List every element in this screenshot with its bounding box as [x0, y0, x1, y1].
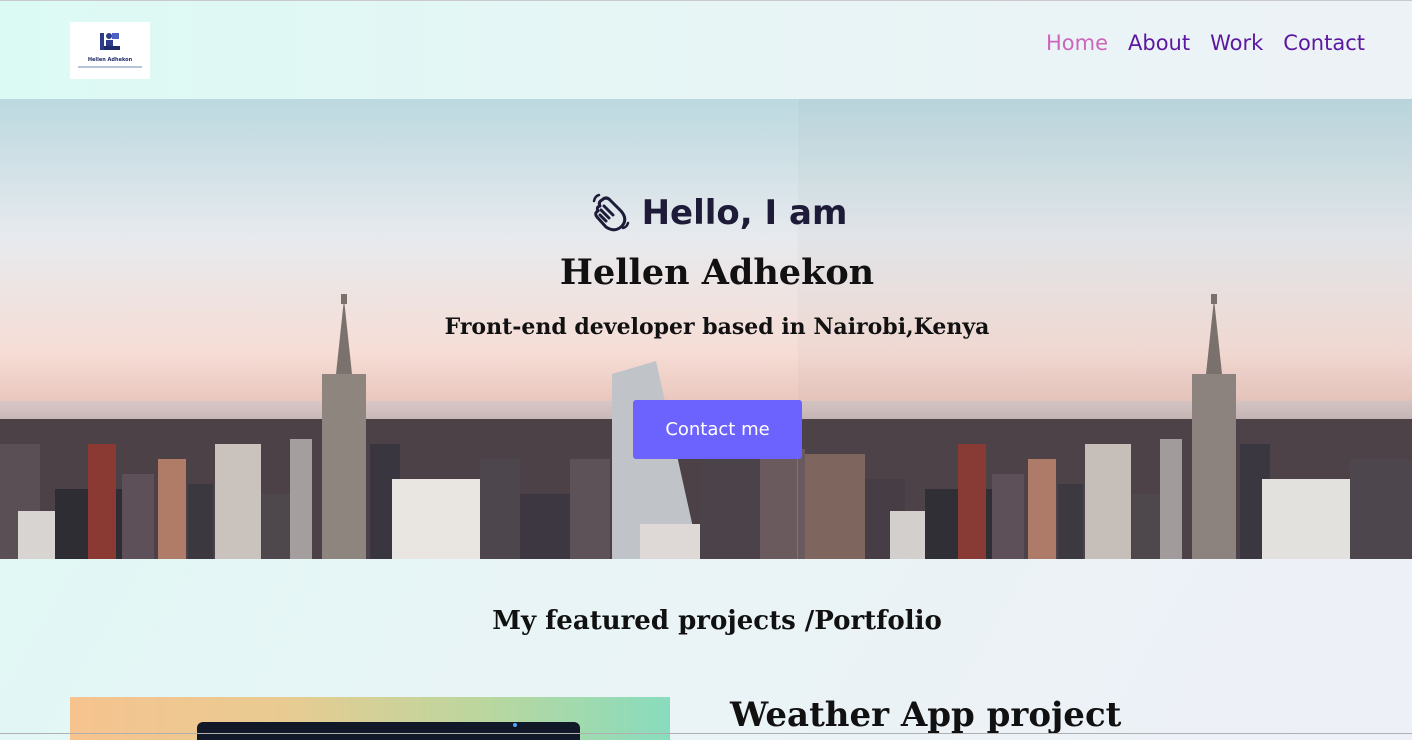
main-nav: Home About Work Contact	[1026, 28, 1365, 58]
hero-role: Front-end developer based in Nairobi,Ken…	[444, 314, 990, 340]
nav-link-work[interactable]: Work	[1210, 28, 1263, 58]
hero-greeting-text: Hello, I am	[641, 193, 848, 233]
project-device-camera	[513, 723, 517, 727]
project-device-frame	[197, 722, 580, 740]
nav-link-contact[interactable]: Contact	[1283, 28, 1365, 58]
site-header: Hellen Adhekon Home About Work Contact	[0, 0, 1412, 99]
hero-content: Hello, I am Hellen Adhekon Front-end dev…	[0, 99, 1412, 559]
site-logo[interactable]: Hellen Adhekon	[70, 22, 150, 79]
project-title: Weather App project	[730, 695, 1122, 735]
page: Hellen Adhekon Home About Work Contact H…	[0, 0, 1412, 740]
viewport-bottom-edge	[0, 733, 1412, 734]
nav-link-home[interactable]: Home	[1046, 28, 1108, 58]
logo-tagline-line	[78, 66, 142, 68]
logo-name-text: Hellen Adhekon	[87, 57, 133, 63]
desk-person-logo-icon	[100, 33, 120, 50]
portfolio-title: My featured projects /Portfolio	[492, 606, 942, 636]
hero-name: Hellen Adhekon	[559, 252, 875, 293]
hero-section: Hello, I am Hellen Adhekon Front-end dev…	[0, 99, 1412, 559]
contact-me-button[interactable]: Contact me	[633, 400, 802, 459]
hero-greeting: Hello, I am	[0, 192, 1412, 234]
waving-hand-icon	[592, 193, 629, 232]
nav-link-about[interactable]: About	[1128, 28, 1190, 58]
